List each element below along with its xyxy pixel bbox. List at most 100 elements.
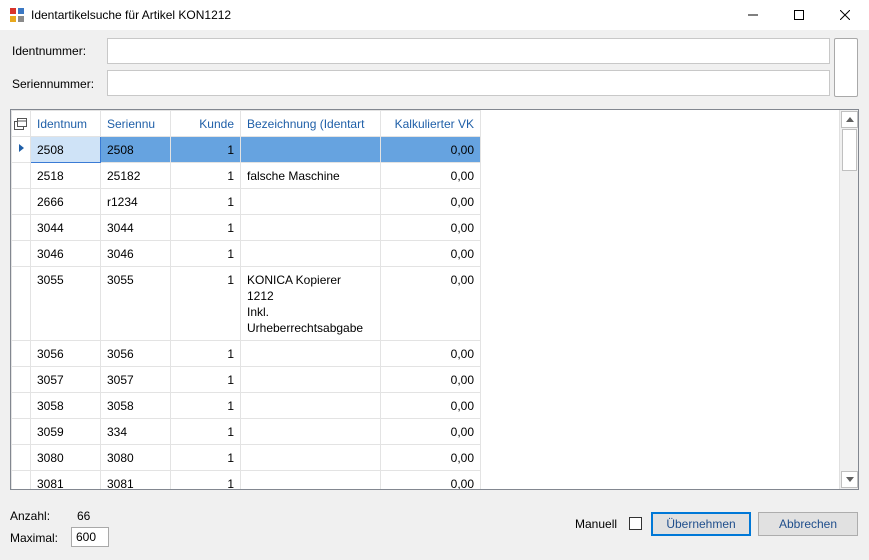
cell-identnummer[interactable]: 3059 bbox=[30, 418, 101, 445]
cell-bezeichnung[interactable]: KONICA Kopierer 1212 Inkl. Urheberrechts… bbox=[240, 266, 381, 341]
cell-kalkulierter-vk[interactable]: 0,00 bbox=[380, 136, 481, 163]
cell-identnummer[interactable]: 2518 bbox=[30, 162, 101, 189]
vertical-scrollbar[interactable] bbox=[839, 110, 858, 489]
table-row[interactable]: 3055 3055 1 KONICA Kopierer 1212 Inkl. U… bbox=[11, 266, 481, 341]
minimize-button[interactable] bbox=[730, 0, 776, 30]
seriennummer-input[interactable] bbox=[107, 70, 830, 96]
cell-kalkulierter-vk[interactable]: 0,00 bbox=[380, 214, 481, 241]
cell-kunde[interactable]: 1 bbox=[170, 366, 241, 393]
cell-seriennummer[interactable]: 3055 bbox=[100, 266, 171, 341]
cell-identnummer[interactable]: 3081 bbox=[30, 470, 101, 489]
cell-seriennummer[interactable]: 334 bbox=[100, 418, 171, 445]
cell-kalkulierter-vk[interactable]: 0,00 bbox=[380, 340, 481, 367]
table-row[interactable]: 3080 3080 1 0,00 bbox=[11, 444, 481, 471]
cell-kalkulierter-vk[interactable]: 0,00 bbox=[380, 418, 481, 445]
column-chooser-button[interactable] bbox=[11, 110, 31, 137]
table-row[interactable]: 2508 2508 1 0,00 bbox=[11, 136, 481, 163]
cell-seriennummer[interactable]: 25182 bbox=[100, 162, 171, 189]
cell-identnummer[interactable]: 3055 bbox=[30, 266, 101, 341]
cell-kalkulierter-vk[interactable]: 0,00 bbox=[380, 162, 481, 189]
cell-kunde[interactable]: 1 bbox=[170, 392, 241, 419]
uebernehmen-button[interactable]: Übernehmen bbox=[651, 512, 751, 536]
cell-kunde[interactable]: 1 bbox=[170, 266, 241, 341]
row-header[interactable] bbox=[11, 266, 31, 341]
cell-bezeichnung[interactable] bbox=[240, 418, 381, 445]
table-row[interactable]: 3057 3057 1 0,00 bbox=[11, 366, 481, 393]
maximize-button[interactable] bbox=[776, 0, 822, 30]
column-header-kalkulierter-vk[interactable]: Kalkulierter VK bbox=[380, 110, 481, 137]
scroll-down-button[interactable] bbox=[841, 471, 858, 488]
row-header[interactable] bbox=[11, 392, 31, 419]
cell-kunde[interactable]: 1 bbox=[170, 470, 241, 489]
cell-seriennummer[interactable]: 3058 bbox=[100, 392, 171, 419]
cell-seriennummer[interactable]: 2508 bbox=[100, 136, 171, 163]
results-grid[interactable]: Identnum Seriennu Kunde Bezeichnung (Ide… bbox=[10, 109, 859, 490]
cell-seriennummer[interactable]: 3044 bbox=[100, 214, 171, 241]
scrollbar-thumb[interactable] bbox=[842, 129, 857, 171]
cell-bezeichnung[interactable] bbox=[240, 470, 381, 489]
cell-seriennummer[interactable]: 3080 bbox=[100, 444, 171, 471]
table-row[interactable]: 3056 3056 1 0,00 bbox=[11, 340, 481, 367]
cell-kunde[interactable]: 1 bbox=[170, 340, 241, 367]
cell-kunde[interactable]: 1 bbox=[170, 418, 241, 445]
row-header[interactable] bbox=[11, 444, 31, 471]
cell-identnummer[interactable]: 3046 bbox=[30, 240, 101, 267]
cell-identnummer[interactable]: 3058 bbox=[30, 392, 101, 419]
search-side-button[interactable] bbox=[834, 38, 858, 97]
row-header[interactable] bbox=[11, 214, 31, 241]
cell-kunde[interactable]: 1 bbox=[170, 162, 241, 189]
cell-kalkulierter-vk[interactable]: 0,00 bbox=[380, 470, 481, 489]
cell-bezeichnung[interactable] bbox=[240, 240, 381, 267]
row-header[interactable] bbox=[11, 136, 31, 163]
cell-bezeichnung[interactable] bbox=[240, 392, 381, 419]
cell-seriennummer[interactable]: 3056 bbox=[100, 340, 171, 367]
cell-bezeichnung[interactable]: falsche Maschine bbox=[240, 162, 381, 189]
cell-seriennummer[interactable]: 3057 bbox=[100, 366, 171, 393]
table-row[interactable]: 3059 334 1 0,00 bbox=[11, 418, 481, 445]
table-row[interactable]: 2666 r1234 1 0,00 bbox=[11, 188, 481, 215]
cell-kunde[interactable]: 1 bbox=[170, 136, 241, 163]
row-header[interactable] bbox=[11, 418, 31, 445]
table-row[interactable]: 3081 3081 1 0,00 bbox=[11, 470, 481, 489]
row-header[interactable] bbox=[11, 340, 31, 367]
table-row[interactable]: 3044 3044 1 0,00 bbox=[11, 214, 481, 241]
row-header[interactable] bbox=[11, 240, 31, 267]
manuell-checkbox[interactable] bbox=[629, 517, 642, 530]
cell-bezeichnung[interactable] bbox=[240, 136, 381, 163]
identnummer-input[interactable] bbox=[107, 38, 830, 64]
cell-bezeichnung[interactable] bbox=[240, 444, 381, 471]
cell-kalkulierter-vk[interactable]: 0,00 bbox=[380, 444, 481, 471]
maximal-input[interactable]: 600 bbox=[71, 527, 109, 547]
cell-identnummer[interactable]: 3044 bbox=[30, 214, 101, 241]
column-header-kunde[interactable]: Kunde bbox=[170, 110, 241, 137]
cell-bezeichnung[interactable] bbox=[240, 188, 381, 215]
cell-identnummer[interactable]: 3056 bbox=[30, 340, 101, 367]
cell-identnummer[interactable]: 3080 bbox=[30, 444, 101, 471]
cell-kalkulierter-vk[interactable]: 0,00 bbox=[380, 266, 481, 341]
row-header[interactable] bbox=[11, 366, 31, 393]
column-header-bezeichnung[interactable]: Bezeichnung (Identart bbox=[240, 110, 381, 137]
cell-kalkulierter-vk[interactable]: 0,00 bbox=[380, 366, 481, 393]
cell-bezeichnung[interactable] bbox=[240, 340, 381, 367]
cell-bezeichnung[interactable] bbox=[240, 214, 381, 241]
cell-identnummer[interactable]: 3057 bbox=[30, 366, 101, 393]
abbrechen-button[interactable]: Abbrechen bbox=[758, 512, 858, 536]
table-row[interactable]: 3058 3058 1 0,00 bbox=[11, 392, 481, 419]
cell-kunde[interactable]: 1 bbox=[170, 214, 241, 241]
scroll-up-button[interactable] bbox=[841, 111, 858, 128]
cell-bezeichnung[interactable] bbox=[240, 366, 381, 393]
column-header-identnummer[interactable]: Identnum bbox=[30, 110, 101, 137]
cell-seriennummer[interactable]: r1234 bbox=[100, 188, 171, 215]
column-header-seriennummer[interactable]: Seriennu bbox=[100, 110, 171, 137]
cell-kalkulierter-vk[interactable]: 0,00 bbox=[380, 392, 481, 419]
cell-seriennummer[interactable]: 3081 bbox=[100, 470, 171, 489]
row-header[interactable] bbox=[11, 470, 31, 489]
table-row[interactable]: 2518 25182 1 falsche Maschine 0,00 bbox=[11, 162, 481, 189]
cell-kunde[interactable]: 1 bbox=[170, 188, 241, 215]
cell-kalkulierter-vk[interactable]: 0,00 bbox=[380, 188, 481, 215]
cell-identnummer[interactable]: 2666 bbox=[30, 188, 101, 215]
table-row[interactable]: 3046 3046 1 0,00 bbox=[11, 240, 481, 267]
cell-identnummer[interactable]: 2508 bbox=[30, 136, 101, 163]
cell-kunde[interactable]: 1 bbox=[170, 444, 241, 471]
close-button[interactable] bbox=[822, 0, 868, 30]
